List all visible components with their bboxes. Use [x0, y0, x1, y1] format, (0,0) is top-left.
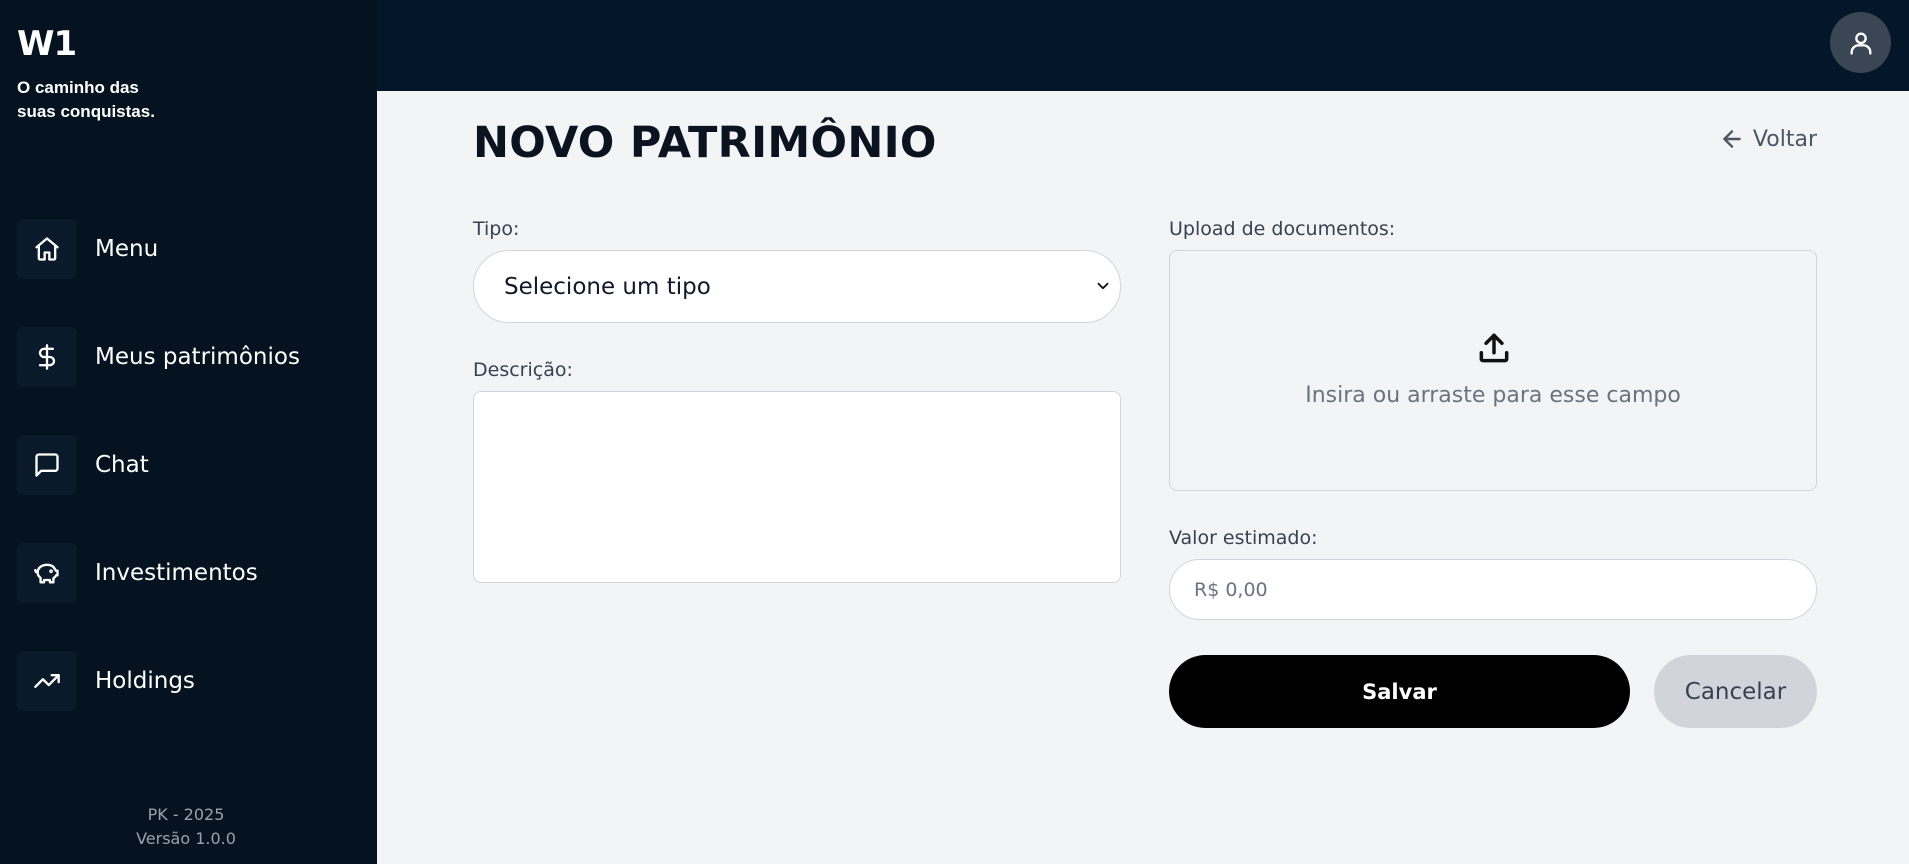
dollar-icon [17, 327, 77, 387]
upload-icon [1475, 329, 1513, 367]
descricao-label: Descrição: [473, 359, 573, 381]
brand: W1 O caminho das suas conquistas. [17, 26, 177, 124]
save-button[interactable]: Salvar [1169, 655, 1630, 728]
upload-label: Upload de documentos: [1169, 218, 1396, 240]
sidebar-item-label: Holdings [95, 668, 195, 694]
message-square-icon [17, 435, 77, 495]
user-icon [1850, 32, 1871, 55]
home-icon [17, 219, 77, 279]
sidebar: W1 O caminho das suas conquistas. Menu M… [0, 0, 377, 864]
sidebar-item-label: Menu [95, 236, 159, 262]
valor-label: Valor estimado: [1169, 527, 1318, 549]
brand-tagline-line1: O caminho das [17, 78, 139, 97]
tipo-select[interactable]: Selecione um tipo [473, 250, 1121, 323]
chevron-down-icon [1094, 277, 1112, 295]
back-link[interactable]: Voltar [1719, 126, 1817, 152]
brand-tagline: O caminho das suas conquistas. [17, 76, 177, 124]
footer-version: Versão 1.0.0 [136, 829, 236, 848]
descricao-textarea[interactable] [473, 391, 1121, 583]
sidebar-item-menu[interactable]: Menu [17, 219, 300, 279]
back-link-label: Voltar [1752, 126, 1817, 152]
arrow-left-icon [1723, 130, 1741, 148]
sidebar-item-meus-patrimonios[interactable]: Meus patrimônios [17, 327, 300, 387]
sidebar-item-holdings[interactable]: Holdings [17, 651, 300, 711]
sidebar-item-label: Chat [95, 452, 149, 478]
piggy-bank-icon [17, 543, 77, 603]
top-bar [377, 0, 1909, 91]
upload-dropzone[interactable]: Insira ou arraste para esse campo [1169, 250, 1817, 491]
valor-input[interactable] [1169, 559, 1817, 620]
sidebar-nav: Menu Meus patrimônios Chat Investimentos… [17, 219, 300, 759]
sidebar-item-chat[interactable]: Chat [17, 435, 300, 495]
sidebar-item-label: Meus patrimônios [95, 344, 300, 370]
upload-hint: Insira ou arraste para esse campo [1305, 383, 1681, 408]
page-title: NOVO PATRIMÔNIO [473, 118, 937, 168]
sidebar-item-label: Investimentos [95, 560, 258, 586]
version-info: PK - 2025 Versão 1.0.0 [0, 803, 372, 851]
tipo-label: Tipo: [473, 218, 520, 240]
footer-copyright: PK - 2025 [147, 805, 225, 824]
cancel-button[interactable]: Cancelar [1654, 655, 1817, 728]
brand-logo: W1 [17, 24, 77, 64]
trending-up-icon [17, 651, 77, 711]
user-avatar-button[interactable] [1830, 12, 1891, 73]
tipo-select-value: Selecione um tipo [504, 273, 711, 300]
sidebar-item-investimentos[interactable]: Investimentos [17, 543, 300, 603]
brand-tagline-line2: suas conquistas. [17, 102, 155, 121]
